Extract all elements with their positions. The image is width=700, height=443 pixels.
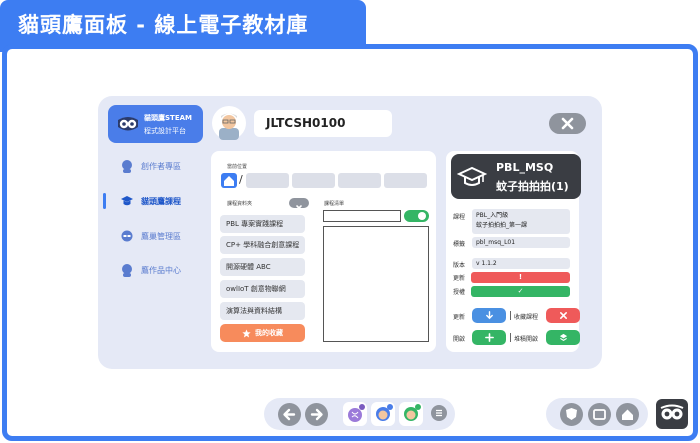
student-icon xyxy=(122,264,132,277)
version-value: v 1.1.2 xyxy=(472,258,570,269)
window-button[interactable] xyxy=(588,403,611,426)
graduation-cap-icon xyxy=(457,166,487,186)
course-lesson: 蚊子拍拍拍_第一課 xyxy=(476,222,528,229)
home-icon xyxy=(224,176,234,186)
brand-logo[interactable]: 貓頭鷹STEAM 程式設計平台 xyxy=(108,105,203,143)
window-icon xyxy=(593,409,606,420)
user-id-field: JLTCSH0100 xyxy=(254,110,392,137)
course-header: PBL_MSQ 蚊子拍拍拍(1) xyxy=(451,154,581,199)
category-item[interactable]: 開源硬體 ABC xyxy=(220,258,305,276)
owl-app-button[interactable] xyxy=(656,399,688,429)
brand-subtitle: 程式設計平台 xyxy=(144,127,186,135)
shield-icon xyxy=(566,408,577,420)
brain-icon xyxy=(348,404,365,422)
location-label: 當前位置 xyxy=(227,164,248,170)
sidebar-item-label: 鷹巢管理區 xyxy=(141,231,181,241)
course-name: 蚊子拍拍拍(1) xyxy=(496,180,569,193)
breadcrumb-slot[interactable] xyxy=(338,173,381,188)
course-code: PBL_MSQ xyxy=(496,161,554,174)
student-app-button[interactable] xyxy=(371,402,395,426)
arrow-left-icon xyxy=(283,408,296,421)
category-label: 課程資料夾 xyxy=(227,201,253,207)
version-field-label: 版本 xyxy=(453,262,466,269)
auth-status-badge: ✓ xyxy=(471,286,570,297)
teacher-icon xyxy=(404,404,421,421)
update-field-label: 更新 xyxy=(453,275,466,282)
auth-field-label: 授權 xyxy=(453,289,466,296)
category-item[interactable]: CP+ 學科融合創意課程 xyxy=(220,236,305,254)
clear-category-button[interactable] xyxy=(289,198,309,211)
teacher-app-button[interactable] xyxy=(399,402,423,426)
student-icon xyxy=(376,404,393,421)
list-toggle[interactable] xyxy=(404,210,429,222)
open-button[interactable] xyxy=(472,330,506,345)
tag-field-label: 標籤 xyxy=(453,241,466,248)
sidebar-item-works[interactable]: 鷹作品中心 xyxy=(120,260,181,280)
plus-icon xyxy=(484,333,494,342)
breadcrumb-home-button[interactable] xyxy=(221,173,237,188)
owl-icon xyxy=(660,404,684,420)
update-button[interactable] xyxy=(472,308,506,323)
update-action-label: 更新 xyxy=(453,314,466,321)
user-id: JLTCSH0100 xyxy=(266,116,346,130)
sidebar-active-indicator xyxy=(103,193,106,209)
page-title: 貓頭鷹面板 - 線上電子教材庫 xyxy=(18,13,309,37)
creator-icon xyxy=(122,160,132,173)
sidebar-item-nest[interactable]: 鷹巢管理區 xyxy=(120,226,181,246)
avatar[interactable] xyxy=(212,106,246,140)
brain-app-button[interactable] xyxy=(343,402,367,426)
course-level: PBL_入門級 xyxy=(476,212,509,219)
favorite-course-button[interactable] xyxy=(546,308,580,323)
my-favorites-button[interactable]: 我的收藏 xyxy=(220,324,305,342)
breadcrumb-separator: / xyxy=(239,173,243,186)
favorite-action-label: 收藏課程 xyxy=(514,314,539,321)
close-icon xyxy=(559,311,567,320)
forward-button[interactable] xyxy=(305,403,328,426)
course-list[interactable] xyxy=(323,226,429,342)
stack-open-button[interactable] xyxy=(546,330,580,345)
owl-icon xyxy=(118,117,138,131)
badge-button[interactable] xyxy=(560,403,583,426)
tag-value: pbl_msq_L01 xyxy=(472,237,570,248)
open-action-label: 開啟 xyxy=(453,336,466,343)
download-icon xyxy=(485,311,493,320)
graduation-cap-icon xyxy=(121,196,133,206)
layers-icon xyxy=(559,333,567,342)
divider xyxy=(510,311,511,320)
stack-open-action-label: 堆積開啟 xyxy=(514,336,539,343)
divider xyxy=(510,333,511,342)
sidebar-item-courses[interactable]: 貓頭鷹課程 xyxy=(120,191,181,211)
favorites-label: 我的收藏 xyxy=(255,329,283,337)
breadcrumb-slot[interactable] xyxy=(246,173,289,188)
menu-icon xyxy=(436,409,442,417)
close-icon xyxy=(296,205,302,211)
course-field-value: PBL_入門級 蚊子拍拍拍_第一課 xyxy=(472,209,570,234)
user-avatar-icon xyxy=(219,113,239,140)
home-icon xyxy=(622,409,633,420)
close-button[interactable] xyxy=(549,113,586,134)
breadcrumb-slot[interactable] xyxy=(292,173,335,188)
update-status-badge: ! xyxy=(471,272,570,283)
home-button[interactable] xyxy=(616,403,639,426)
sidebar-item-creator[interactable]: 創作者專區 xyxy=(120,156,181,176)
sidebar-item-label: 貓頭鷹課程 xyxy=(141,196,181,206)
category-item[interactable]: PBL 專案實踐課程 xyxy=(220,215,305,233)
teacher-icon xyxy=(121,230,133,242)
close-icon xyxy=(561,117,574,130)
menu-button[interactable] xyxy=(431,405,447,421)
sidebar-item-label: 鷹作品中心 xyxy=(141,265,181,275)
favorite-icon xyxy=(242,328,251,337)
category-item[interactable]: 演算法與資料結構 xyxy=(220,302,305,320)
course-list-label: 課程清單 xyxy=(324,201,345,207)
course-search-input[interactable] xyxy=(323,210,401,222)
arrow-right-icon xyxy=(310,408,323,421)
toggle-knob xyxy=(418,212,426,220)
brand-name: 貓頭鷹STEAM xyxy=(144,114,192,122)
course-field-label: 課程 xyxy=(453,214,466,221)
category-item[interactable]: owlIoT 創意物聯網 xyxy=(220,280,305,298)
sidebar-item-label: 創作者專區 xyxy=(141,161,181,171)
back-button[interactable] xyxy=(278,403,301,426)
breadcrumb-slot[interactable] xyxy=(384,173,427,188)
